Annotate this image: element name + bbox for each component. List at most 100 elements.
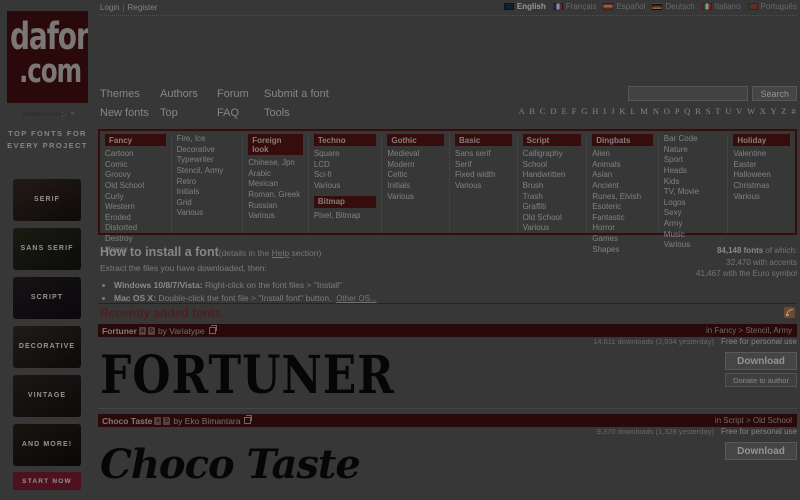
category-item[interactable]: TV, Movie (664, 187, 723, 198)
external-link-icon[interactable] (208, 325, 217, 334)
lang-francais[interactable]: Français (552, 2, 596, 11)
category-item[interactable]: Various (387, 192, 444, 203)
category-item[interactable]: Old School (105, 181, 166, 192)
ad-start-now-button[interactable]: START NOW (13, 472, 81, 490)
category-item[interactable]: Animals (592, 160, 653, 171)
ad-card-script[interactable]: SCRIPT (13, 277, 81, 319)
category-heading-techno[interactable]: Techno (313, 134, 377, 146)
category-item[interactable]: Mexican (248, 179, 303, 190)
category-item[interactable]: Valentine (733, 149, 790, 160)
category-item[interactable]: Retro (177, 177, 238, 188)
category-item[interactable]: Asian (592, 170, 653, 181)
login-link[interactable]: Login (100, 3, 120, 12)
external-link-icon[interactable] (244, 415, 253, 424)
search-button[interactable]: Search (752, 86, 797, 101)
category-heading-gothic[interactable]: Gothic (387, 134, 444, 146)
category-item[interactable]: Pixel, Bitmap (314, 211, 377, 222)
register-link[interactable]: Register (128, 3, 158, 12)
category-heading-dingbats[interactable]: Dingbats (592, 134, 653, 146)
font-category-choco-taste[interactable]: in Script > Old School (715, 416, 792, 425)
lang-italiano[interactable]: Italiano (701, 2, 741, 11)
ad-card-sans-serif[interactable]: SANS SERIF (13, 228, 81, 270)
category-item[interactable]: Distorted (105, 223, 166, 234)
nav-forum[interactable]: Forum (217, 88, 264, 100)
rss-icon[interactable] (784, 307, 795, 318)
category-item[interactable]: Serif (455, 160, 512, 171)
category-item[interactable]: Grid (177, 198, 238, 209)
category-item[interactable]: Music (664, 230, 723, 241)
lang-english[interactable]: English (503, 2, 546, 11)
category-item[interactable]: Cartoon (105, 149, 166, 160)
site-logo[interactable]: dafont .com (7, 11, 88, 103)
category-item[interactable]: Runes, Elvish (592, 192, 653, 203)
category-item[interactable]: Sans serif (455, 149, 512, 160)
nav-tools[interactable]: Tools (264, 107, 290, 119)
download-button-fortuner[interactable]: Download (725, 352, 797, 370)
category-item[interactable]: Bar Code (664, 134, 723, 145)
category-item[interactable]: Old School (523, 213, 582, 224)
category-item[interactable]: Various (455, 181, 512, 192)
category-item[interactable]: Nature (664, 145, 723, 156)
category-item[interactable]: Army (664, 219, 723, 230)
category-item[interactable]: Fixed width (455, 170, 512, 181)
category-heading-foreign-look[interactable]: Foreign look (248, 134, 303, 155)
category-item[interactable]: Calligraphy (523, 149, 582, 160)
nav-authors[interactable]: Authors (160, 88, 217, 100)
ad-card-serif[interactable]: SERIF (13, 179, 81, 221)
donate-button-fortuner[interactable]: Donate to author (725, 373, 797, 387)
category-heading-script[interactable]: Script (522, 134, 582, 146)
lang-portugues[interactable]: Português (747, 2, 797, 11)
category-item[interactable]: Various (177, 208, 238, 219)
category-item[interactable]: Ancient (592, 181, 653, 192)
category-item[interactable]: Medieval (387, 149, 444, 160)
category-item[interactable]: Comic (105, 160, 166, 171)
nav-new-fonts[interactable]: New fonts (100, 107, 160, 119)
category-item[interactable]: Horror (592, 223, 653, 234)
nav-faq[interactable]: FAQ (217, 107, 264, 119)
nav-submit-a-font[interactable]: Submit a font (264, 88, 329, 100)
category-item[interactable]: Groovy (105, 170, 166, 181)
category-item[interactable]: Curly (105, 192, 166, 203)
category-item[interactable]: Chinese, Jpn (248, 158, 303, 169)
lang-espanol[interactable]: Español (603, 2, 645, 11)
category-heading-bitmap[interactable]: Bitmap (313, 195, 377, 208)
font-name-choco-taste[interactable]: Choco Taste (102, 416, 152, 426)
category-item[interactable]: Square (314, 149, 377, 160)
category-item[interactable]: Shapes (592, 245, 653, 256)
category-item[interactable]: Kids (664, 177, 723, 188)
font-name-fortuner[interactable]: Fortuner (102, 326, 137, 336)
category-item[interactable]: School (523, 160, 582, 171)
category-item[interactable]: Modern (387, 160, 444, 171)
category-item[interactable]: Various (248, 211, 303, 222)
category-item[interactable]: Logos (664, 198, 723, 209)
category-item[interactable]: Fantastic (592, 213, 653, 224)
category-item[interactable]: Alien (592, 149, 653, 160)
nav-themes[interactable]: Themes (100, 88, 160, 100)
category-item[interactable]: Arabic (248, 169, 303, 180)
category-item[interactable]: Christmas (733, 181, 790, 192)
alphabet-nav[interactable]: A B C D E F G H I J K L M N O P Q R S T … (519, 106, 797, 116)
category-item[interactable]: Sci-fi (314, 170, 377, 181)
category-item[interactable]: Initials (177, 187, 238, 198)
font-author-eko-bimantara[interactable]: by Eko Bimantara (173, 416, 240, 426)
category-item[interactable]: Celtic (387, 170, 444, 181)
category-heading-holiday[interactable]: Holiday (733, 134, 790, 146)
download-button-choco-taste[interactable]: Download (725, 442, 797, 460)
nav-top[interactable]: Top (160, 107, 217, 119)
lang-deutsch[interactable]: Deutsch (652, 2, 695, 11)
category-item[interactable]: LCD (314, 160, 377, 171)
category-heading-basic[interactable]: Basic (455, 134, 512, 146)
category-item[interactable]: Stencil, Army (177, 166, 238, 177)
ad-card-vintage[interactable]: VINTAGE (13, 375, 81, 417)
category-heading-fancy[interactable]: Fancy (105, 134, 166, 146)
category-item[interactable]: Brush (523, 181, 582, 192)
ad-card-decorative[interactable]: DECORATIVE (13, 326, 81, 368)
category-item[interactable]: Games (592, 234, 653, 245)
font-author-variatype[interactable]: by Variatype (158, 326, 205, 336)
category-item[interactable]: Russian (248, 201, 303, 212)
category-item[interactable]: Typewriter (177, 155, 238, 166)
category-item[interactable]: Graffiti (523, 202, 582, 213)
help-link[interactable]: Help (272, 248, 289, 258)
search-input[interactable] (628, 86, 749, 101)
font-category-fortuner[interactable]: in Fancy > Stencil, Army (706, 326, 792, 335)
